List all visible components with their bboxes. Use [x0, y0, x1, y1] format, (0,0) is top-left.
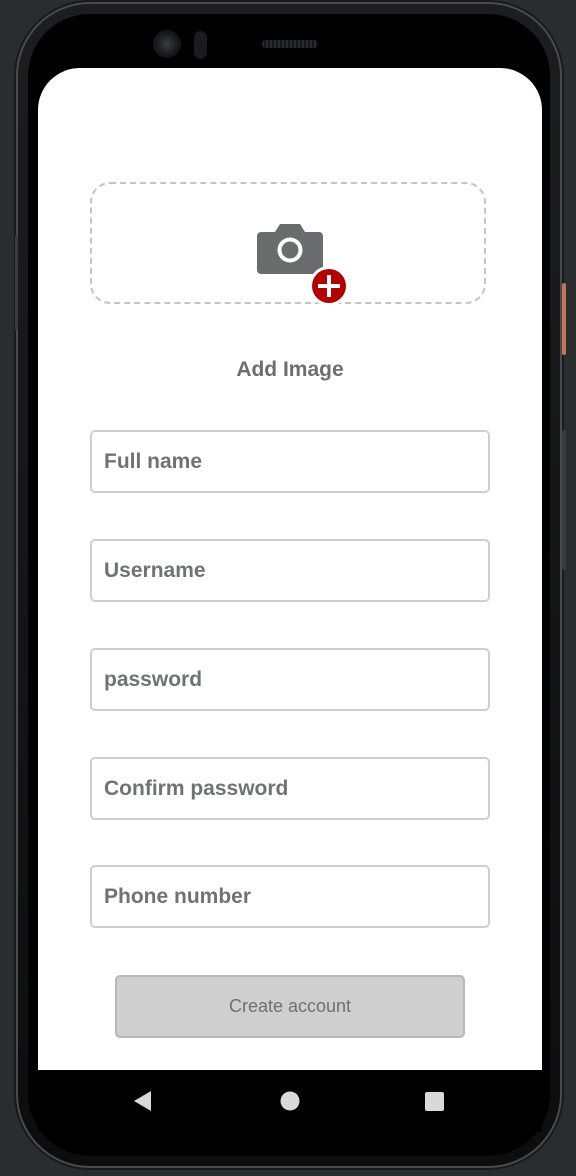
nav-recents-button[interactable] [404, 1070, 464, 1132]
home-circle-icon [280, 1091, 300, 1111]
username-input[interactable] [90, 539, 490, 602]
front-camera [155, 32, 179, 56]
confirm-password-input[interactable] [90, 757, 490, 820]
app-screen: Add Image Create account [38, 68, 542, 1070]
volume-button [562, 430, 566, 570]
proximity-sensor [194, 31, 207, 59]
side-key [15, 235, 18, 330]
nav-back-button[interactable] [113, 1070, 173, 1132]
nav-home-button[interactable] [260, 1070, 320, 1132]
recents-square-icon [424, 1091, 444, 1111]
navigation-bar [38, 1070, 542, 1132]
earpiece-speaker [262, 40, 318, 48]
add-image-label: Add Image [236, 358, 344, 381]
full-name-input[interactable] [90, 430, 490, 493]
back-triangle-icon [134, 1091, 151, 1111]
add-circle-icon[interactable] [308, 265, 350, 307]
create-account-button[interactable]: Create account [115, 975, 465, 1038]
password-input[interactable] [90, 648, 490, 711]
phone-number-input[interactable] [90, 865, 490, 928]
power-button [562, 283, 566, 355]
